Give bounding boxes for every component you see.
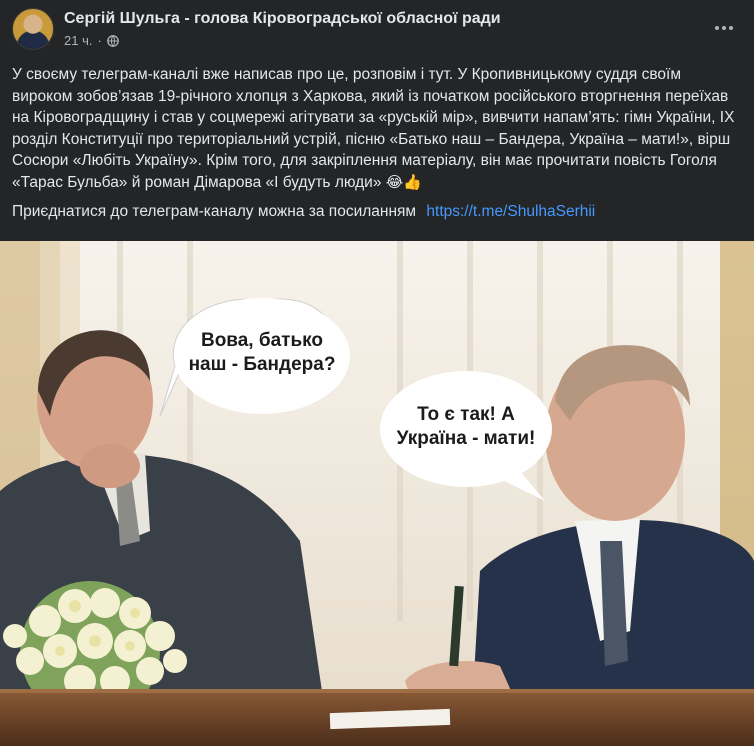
- speech-line: То є так! А: [417, 404, 515, 425]
- meme-photo-illustration: [0, 241, 754, 746]
- post-paragraph: Приєднатися до телеграм-каналу можна за …: [12, 201, 744, 223]
- more-options-button[interactable]: [708, 12, 740, 44]
- post-photo[interactable]: Вова, батько наш - Бандера? То є так! А …: [0, 241, 754, 746]
- meta-separator: ·: [97, 33, 102, 48]
- speech-line: наш - Бандера?: [188, 354, 336, 375]
- author-name[interactable]: Сергій Шульга - голова Кіровоградської о…: [64, 10, 501, 28]
- speech-bubble-left: Вова, батько наш - Бандера?: [178, 329, 346, 377]
- post-text: У своєму телеграм-каналі вже написав про…: [12, 64, 744, 223]
- speech-line: Вова, батько: [200, 330, 324, 351]
- globe-icon[interactable]: [106, 34, 119, 47]
- post-timestamp[interactable]: 21 ч.: [64, 33, 92, 48]
- more-options-icon: [715, 26, 733, 30]
- post-paragraph-text: У своєму телеграм-каналі вже написав про…: [12, 66, 735, 191]
- post-paragraph-text: Приєднатися до телеграм-каналу можна за …: [12, 203, 417, 220]
- emoji-laugh-thumbs-icon: 😂👍: [385, 172, 422, 191]
- post-header: Сергій Шульга - голова Кіровоградської о…: [12, 8, 742, 54]
- post-paragraph: У своєму телеграм-каналі вже написав про…: [12, 64, 744, 193]
- author-avatar[interactable]: [12, 8, 54, 50]
- speech-bubble-right: То є так! А Україна - мати!: [380, 403, 552, 451]
- facebook-post: Сергій Шульга - голова Кіровоградської о…: [0, 0, 754, 746]
- telegram-link[interactable]: https://t.me/ShulhaSerhii: [426, 203, 595, 220]
- post-meta: 21 ч. ·: [64, 33, 119, 48]
- speech-line: Україна - мати!: [396, 428, 536, 449]
